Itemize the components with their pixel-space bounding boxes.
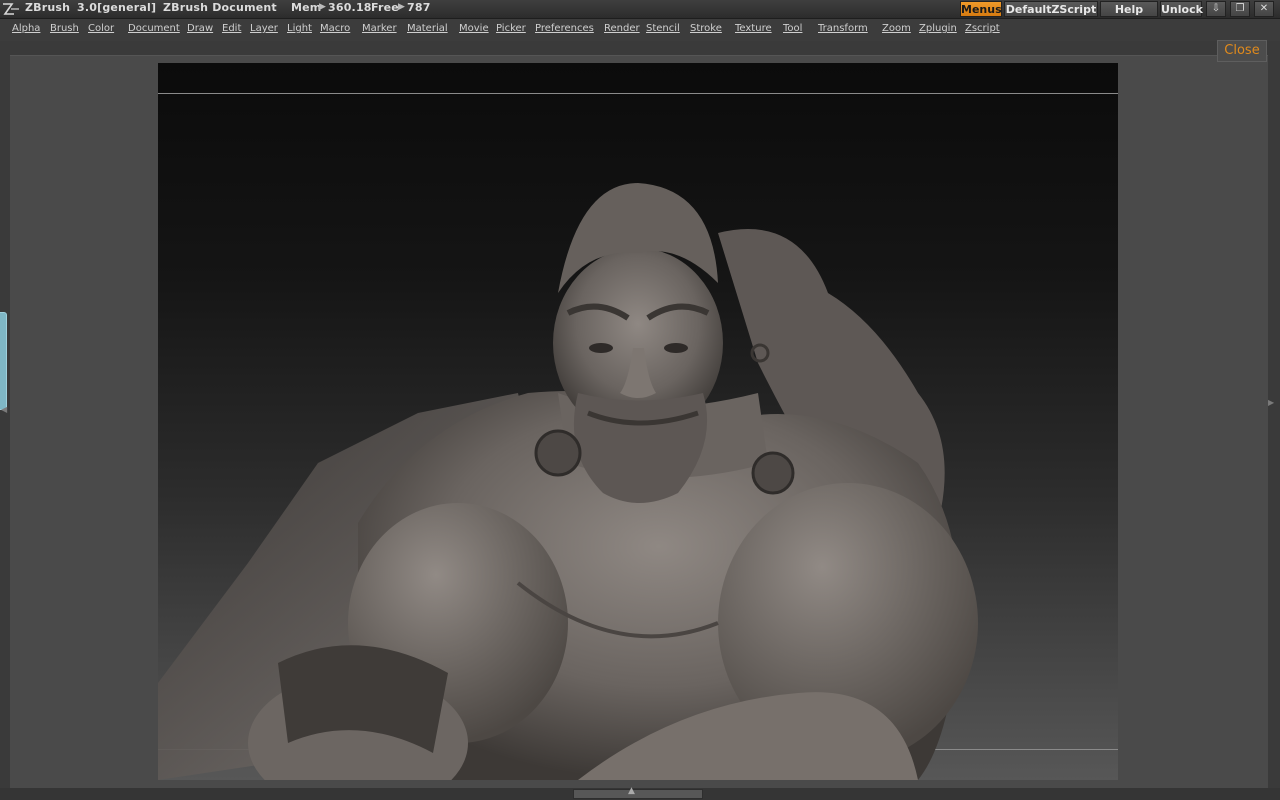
default-zscript-button[interactable]: DefaultZScript [1004,1,1098,17]
menu-zscript[interactable]: Zscript [965,23,1000,34]
mem-value: 360.18 [328,1,372,14]
menu-render[interactable]: Render [604,23,640,34]
document-canvas[interactable] [158,63,1118,780]
title-bar: ZBrush 3.0[general] ZBrush Document Mem … [0,0,1280,19]
menu-texture[interactable]: Texture [735,23,772,34]
menu-layer[interactable]: Layer [250,23,278,34]
zbrush-logo-icon [3,3,19,15]
free-value: 787 [407,1,431,14]
app-version: 3.0[general] [77,1,157,14]
unlock-button[interactable]: Unlock [1160,1,1203,17]
help-button[interactable]: Help [1100,1,1158,17]
free-label: Free [371,1,399,14]
menu-zplugin[interactable]: Zplugin [919,23,957,34]
menu-zoom[interactable]: Zoom [882,23,911,34]
close-icon[interactable]: ✕ [1254,1,1274,17]
menu-picker[interactable]: Picker [496,23,526,34]
mem-label: Mem [291,1,322,14]
sculpt-render-image [158,183,978,780]
menu-movie[interactable]: Movie [459,23,489,34]
left-tray-arrow-icon[interactable]: ◀ [1,405,7,414]
document-name: ZBrush Document [163,1,277,14]
menu-macro[interactable]: Macro [320,23,350,34]
bottom-tray-handle[interactable] [573,789,703,799]
menu-bar: Alpha Brush Color Document Draw Edit Lay… [0,19,1280,41]
menu-alpha[interactable]: Alpha [12,23,40,34]
close-document-button[interactable]: Close [1217,40,1267,62]
minimize-icon[interactable]: ⇩ [1206,1,1226,17]
menu-edit[interactable]: Edit [222,23,241,34]
menu-brush[interactable]: Brush [50,23,79,34]
menu-marker[interactable]: Marker [362,23,397,34]
menu-tool[interactable]: Tool [783,23,802,34]
menu-draw[interactable]: Draw [187,23,213,34]
menu-document[interactable]: Document [128,23,180,34]
menu-material[interactable]: Material [407,23,448,34]
menu-transform[interactable]: Transform [818,23,868,34]
menu-preferences[interactable]: Preferences [535,23,594,34]
menu-color[interactable]: Color [88,23,114,34]
menu-stroke[interactable]: Stroke [690,23,722,34]
app-name: ZBrush [25,1,71,14]
menus-button[interactable]: Menus [960,1,1002,17]
menu-light[interactable]: Light [287,23,312,34]
restore-icon[interactable]: ❐ [1230,1,1250,17]
left-tray-tab[interactable] [0,312,7,410]
mem-arrow-icon: ▶ [319,2,326,12]
right-tray-arrow-icon[interactable]: ▶ [1268,398,1274,407]
menu-stencil[interactable]: Stencil [646,23,680,34]
free-arrow-icon: ▶ [398,2,405,12]
bottom-tray-arrow-icon[interactable]: ▲ [628,786,635,796]
